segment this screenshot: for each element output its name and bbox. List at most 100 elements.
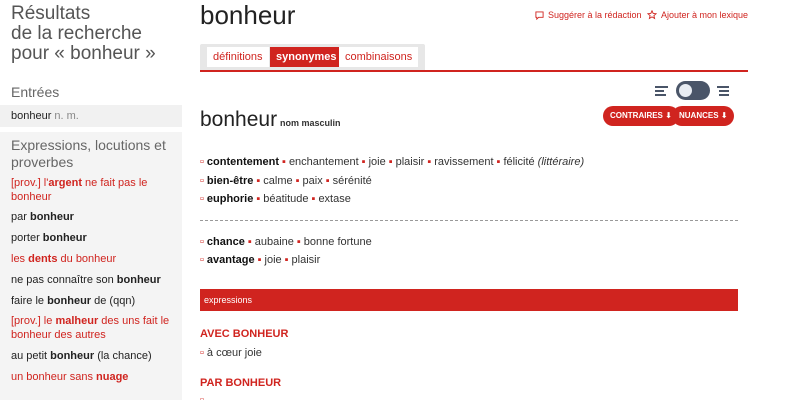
separator: ▪ (282, 156, 286, 168)
expression-heading: PAR BONHEUR (200, 377, 282, 389)
expression-item[interactable]: ▫ à cœur joie (200, 346, 262, 360)
synonym-link[interactable]: aubaine (255, 236, 294, 248)
expressions-heading-line: proverbes (11, 154, 74, 170)
synonym-link[interactable]: enchantement (289, 156, 359, 168)
synonym-link[interactable]: plaisir (292, 254, 321, 266)
expression-text: faire le (11, 295, 48, 307)
expressions-heading-line: Expressions, locutions et (11, 137, 166, 153)
star-icon (647, 10, 657, 20)
suggest-label: Suggérer à la rédaction (548, 10, 642, 20)
expression-text: ne fait pas le (81, 177, 148, 189)
synonym-row: ▫ chance ▪ aubaine ▪ bonne fortune (200, 235, 372, 249)
bullet: ▫ (200, 394, 204, 400)
separator: ▪ (256, 175, 261, 187)
expression-keyword: malheur (55, 315, 99, 327)
synonym-lead[interactable]: bien-être (207, 175, 253, 187)
separator: ▪ (361, 156, 366, 168)
suggest-link[interactable]: Suggérer à la rédaction (535, 10, 642, 20)
expression-item[interactable]: ▫… (200, 393, 218, 400)
sidebar-expression-item[interactable]: par bonheur (0, 210, 182, 224)
tab-synonymes[interactable]: synonymes (270, 47, 343, 67)
synonym-lead[interactable]: chance (207, 236, 245, 248)
sidebar-expression-item[interactable]: ne pas connaître son bonheur (0, 273, 182, 287)
bullet: ▫ (200, 175, 204, 187)
expression-keyword: bonheur (50, 350, 95, 362)
synonym-lead[interactable]: avantage (207, 254, 255, 266)
expression-text: [prov.] le (11, 315, 56, 327)
entry-pos: n. m. (54, 110, 79, 122)
entry-word: bonheur (11, 110, 52, 122)
expression-keyword: bonheur (116, 274, 161, 286)
comment-icon (535, 10, 544, 20)
synonym-row: ▫ avantage ▪ joie ▪ plaisir (200, 253, 320, 267)
synonym-link[interactable]: paix (303, 175, 323, 187)
section-divider (200, 220, 738, 221)
tab-definitions[interactable]: définitions (207, 47, 269, 67)
search-results-title-line: Résultats (11, 3, 91, 24)
usage-note: (littéraire) (534, 156, 585, 168)
synonym-link[interactable]: plaisir (396, 156, 425, 168)
tab-underline (200, 70, 748, 72)
sidebar-expression-item[interactable]: faire le bonheur de (qqn) (0, 294, 182, 308)
synonym-link[interactable]: bonne fortune (304, 236, 372, 248)
page-title: bonheur (200, 0, 296, 30)
expression-text: des uns fait le (98, 315, 170, 327)
tab-bar: définitions synonymes combinaisons (200, 44, 425, 70)
expression-keyword: bonheur (47, 295, 92, 307)
synonym-link[interactable]: béatitude (263, 193, 308, 205)
expression-text: de (qqn) (91, 295, 136, 307)
list-expanded-icon[interactable] (716, 84, 730, 102)
sidebar-expression-item[interactable]: [prov.] l'argent ne fait pas le bonheur (0, 176, 182, 204)
expressions-list: [prov.] l'argent ne fait pas le bonheur pa… (0, 176, 182, 390)
add-lexicon-link[interactable]: Ajouter à mon lexique (647, 10, 748, 20)
search-results-title-line: de la recherche (11, 23, 142, 44)
separator: ▪ (325, 175, 330, 187)
tab-combinaisons[interactable]: combinaisons (339, 47, 419, 67)
separator: ▪ (427, 156, 432, 168)
view-toggle[interactable] (676, 81, 710, 100)
synonym-row: ▫ euphorie ▪ béatitude ▪ extase (200, 192, 351, 206)
synonym-link[interactable]: joie (369, 156, 386, 168)
sidebar-expression-item[interactable]: porter bonheur (0, 231, 182, 245)
synonym-row: ▫ contentement ▪ enchantement ▪ joie ▪ plaisir ▪… (200, 155, 584, 169)
separator: ▪ (311, 193, 316, 205)
sidebar-expression-item[interactable]: [prov.] le malheur des uns fait le bonheu… (0, 314, 182, 342)
separator: ▪ (256, 193, 261, 205)
bullet: ▫ (200, 254, 204, 266)
synonym-link[interactable]: extase (318, 193, 350, 205)
expression-text: [prov.] l' (11, 177, 49, 189)
search-results-title-line: pour « bonheur » (11, 43, 156, 64)
expression-keyword: dents (28, 253, 58, 265)
sidebar-entry-bonheur[interactable]: bonheur n. m. (0, 105, 182, 127)
synonym-link[interactable]: calme (263, 175, 292, 187)
synonym-row: ▫ bien-être ▪ calme ▪ paix ▪ sérénité (200, 174, 372, 188)
bullet: ▫ (200, 236, 204, 248)
expression-text: par (11, 211, 30, 223)
separator: ▪ (247, 236, 252, 248)
synonym-link[interactable]: sérénité (333, 175, 372, 187)
expression-text: bonheur des autres (11, 329, 106, 341)
expression-text: les (11, 253, 29, 265)
expression-text: au petit (11, 350, 51, 362)
expression-keyword: argent (48, 177, 82, 189)
expressions-bar: expressions (200, 289, 738, 311)
synonym-link[interactable]: joie (265, 254, 282, 266)
expression-text: porter (11, 232, 43, 244)
synonym-link[interactable]: ravissement (434, 156, 493, 168)
separator: ▪ (295, 175, 300, 187)
entry-headword: bonheur (200, 108, 278, 131)
sidebar-expression-item[interactable]: au petit bonheur (la chance) (0, 349, 182, 363)
synonym-lead[interactable]: contentement (207, 156, 279, 168)
synonym-lead[interactable]: euphorie (207, 193, 253, 205)
nuances-button[interactable]: NUANCES ⬇ (672, 106, 735, 126)
sidebar-expression-item[interactable]: un bonheur sans nuage (0, 370, 182, 384)
list-compact-icon[interactable] (655, 84, 669, 102)
entries-heading: Entrées (11, 84, 60, 100)
bullet: ▫ (200, 347, 204, 359)
sidebar-expression-item[interactable]: les dents du bonheur (0, 252, 182, 266)
synonym-link[interactable]: félicité (503, 156, 534, 168)
expression-item-label: … (206, 394, 218, 400)
expression-text: du bonheur (57, 253, 117, 265)
separator: ▪ (388, 156, 393, 168)
contraires-button[interactable]: CONTRAIRES ⬇ (603, 106, 679, 126)
